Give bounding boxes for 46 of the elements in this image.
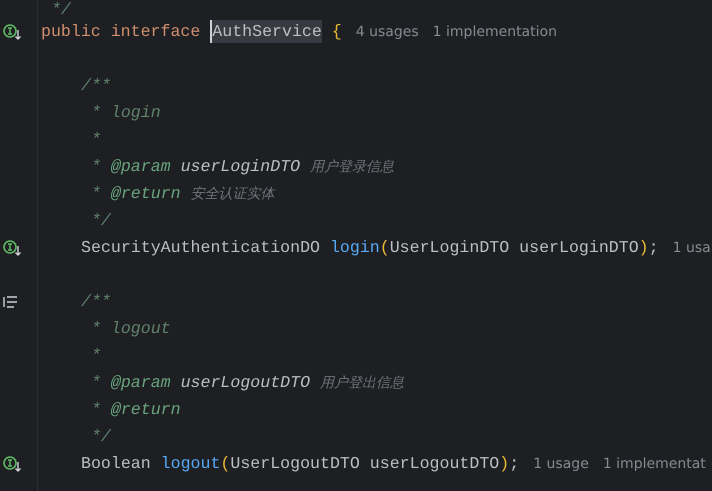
code-token: * (90, 346, 101, 365)
code-token: ) (638, 238, 649, 257)
code-token: @return (110, 400, 181, 419)
doc-comment-text: 用户登录信息 (310, 158, 394, 176)
code-token: userLoginDTO (180, 157, 300, 176)
code-token: * login (90, 103, 161, 122)
code-token: Boolean (81, 454, 152, 473)
code-token: * (90, 373, 102, 392)
code-token: UserLogoutDTO userLogoutDTO (230, 454, 500, 473)
code-token: ( (220, 454, 230, 473)
code-token: * logout (90, 319, 171, 338)
implemented-interface-icon[interactable] (3, 238, 23, 256)
code-token: userLogoutDTO (180, 373, 310, 392)
code-token: SecurityAuthenticationDO (81, 238, 321, 257)
code-token: { (330, 22, 342, 41)
implemented-interface-icon[interactable] (3, 22, 23, 40)
code-token: logout (160, 454, 220, 473)
selected-identifier: AuthService (210, 20, 322, 43)
inlay-hint[interactable]: 1 implementat (602, 456, 706, 472)
code-token: @param (110, 157, 172, 176)
code-token: */ (90, 211, 111, 230)
implemented-interface-icon[interactable] (3, 454, 23, 472)
code-token: public interface (41, 22, 202, 41)
inlay-hint[interactable]: 1 implementation (432, 24, 557, 40)
code-token: /** (81, 76, 111, 95)
code-token: @return (110, 184, 181, 203)
doc-comment-text: 安全认证实体 (190, 184, 275, 202)
code-token: @param (110, 373, 172, 392)
code-token: * (90, 130, 101, 149)
rendered-doc-icon[interactable] (3, 294, 19, 308)
code-token: login (330, 238, 380, 257)
code-token: ; (648, 238, 659, 257)
code-token: */ (90, 427, 111, 446)
inlay-hint[interactable]: 4 usages (356, 24, 419, 40)
code-token: */ (50, 0, 71, 18)
inlay-hint[interactable]: 1 usa (672, 240, 711, 256)
code-token: /** (81, 292, 111, 311)
doc-comment-text: 用户登出信息 (320, 374, 404, 392)
code-token: ; (509, 454, 520, 473)
code-token: * (90, 400, 102, 419)
inlay-hint[interactable]: 1 usage (533, 456, 589, 472)
code-token: ( (380, 238, 390, 257)
code-token: UserLoginDTO userLoginDTO (390, 238, 639, 257)
code-token: * (90, 184, 102, 203)
code-token: ) (499, 454, 510, 473)
code-token: * (90, 157, 102, 176)
